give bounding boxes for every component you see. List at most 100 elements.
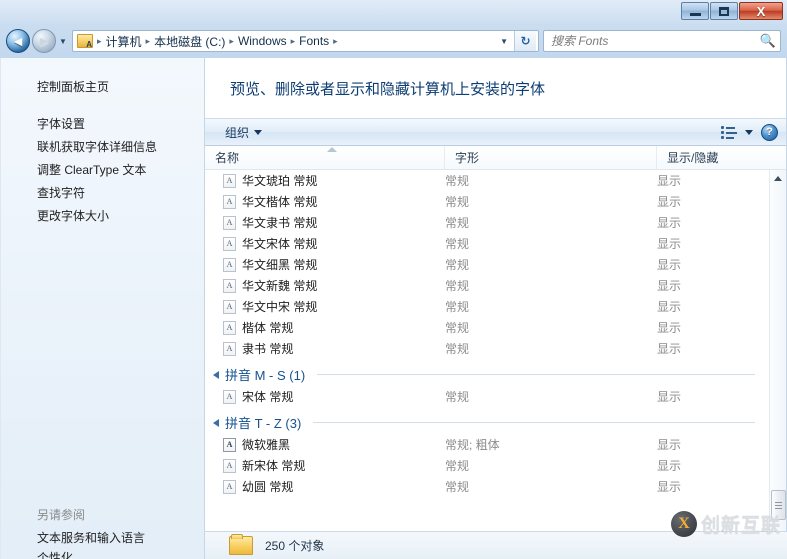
chevron-down-icon: ▼ — [500, 36, 508, 46]
sidebar-item-text-services-input-languages[interactable]: 文本服务和输入语言 — [1, 527, 204, 550]
vertical-scrollbar[interactable] — [769, 170, 786, 542]
folder-icon — [229, 534, 253, 555]
view-options-icon[interactable] — [721, 125, 737, 139]
back-button[interactable]: ◄ — [6, 29, 30, 53]
row-name-cell: 华文宋体 常规 — [205, 235, 445, 252]
status-bar: 250 个对象 — [205, 531, 787, 559]
address-dropdown-button[interactable]: ▼ — [494, 37, 514, 46]
breadcrumb-item-computer[interactable]: 计算机 — [103, 32, 145, 51]
row-style-cell: 常规 — [445, 300, 470, 314]
sidebar-item-control-panel-home[interactable]: 控制面板主页 — [1, 76, 204, 99]
table-row[interactable]: 微软雅黑 常规; 粗体 显示 — [205, 434, 769, 455]
table-row[interactable]: 华文新魏 常规 常规 显示 — [205, 275, 769, 296]
address-bar[interactable]: ▸ 计算机 ▸ 本地磁盘 (C:) ▸ Windows ▸ Fonts ▸ ▼ … — [72, 30, 539, 52]
table-row[interactable]: 华文中宋 常规 常规 显示 — [205, 296, 769, 317]
breadcrumb: ▸ 计算机 ▸ 本地磁盘 (C:) ▸ Windows ▸ Fonts ▸ — [75, 32, 494, 51]
table-row[interactable]: 华文隶书 常规 常规 显示 — [205, 212, 769, 233]
recent-pages-dropdown[interactable]: ▼ — [56, 37, 70, 46]
sidebar-item-adjust-cleartype[interactable]: 调整 ClearType 文本 — [1, 159, 204, 182]
forward-arrow-icon: ► — [37, 33, 51, 49]
row-show-cell: 显示 — [657, 237, 682, 251]
row-name-label: 华文琥珀 常规 — [242, 174, 318, 188]
chevron-down-icon: ▼ — [59, 36, 67, 46]
table-row[interactable]: 华文宋体 常规 常规 显示 — [205, 233, 769, 254]
column-header-style[interactable]: 字形 — [445, 146, 657, 169]
row-name-label: 华文隶书 常规 — [242, 216, 318, 230]
row-style-cell: 常规 — [445, 279, 470, 293]
page-title: 预览、删除或者显示和隐藏计算机上安装的字体 — [230, 80, 546, 98]
close-icon: X — [756, 3, 766, 19]
sidebar-item-get-font-details-online[interactable]: 联机获取字体详细信息 — [1, 136, 204, 159]
table-row[interactable]: 新宋体 常规 常规 显示 — [205, 455, 769, 476]
breadcrumb-item-fonts[interactable]: Fonts — [296, 33, 332, 49]
scroll-up-button[interactable] — [770, 170, 786, 187]
explorer-window: X ◄ ► ▼ ▸ 计算机 ▸ 本地磁盘 (C:) ▸ Windows ▸ Fo… — [0, 0, 787, 559]
row-name-cell: 宋体 常规 — [205, 388, 445, 405]
sidebar-item-personalization[interactable]: 个性化 — [1, 550, 204, 559]
breadcrumb-item-windows[interactable]: Windows — [235, 33, 290, 49]
row-show-cell: 显示 — [657, 279, 682, 293]
row-name-label: 华文新魏 常规 — [242, 279, 318, 293]
row-name-label: 华文楷体 常规 — [242, 195, 318, 209]
row-show-cell: 显示 — [657, 216, 682, 230]
column-header-name-label: 名称 — [215, 151, 240, 165]
view-options-chevron-down-icon[interactable] — [745, 129, 753, 135]
table-row[interactable]: 幼圆 常规 常规 显示 — [205, 476, 769, 497]
refresh-button[interactable]: ↻ — [514, 31, 536, 51]
table-row[interactable]: 华文楷体 常规 常规 显示 — [205, 191, 769, 212]
organize-label: 组织 — [225, 125, 250, 140]
table-row[interactable]: 华文琥珀 常规 常规 显示 — [205, 170, 769, 191]
navigation-bar: ◄ ► ▼ ▸ 计算机 ▸ 本地磁盘 (C:) ▸ Windows ▸ Font… — [0, 24, 787, 58]
collapse-arrow-icon[interactable] — [213, 418, 219, 427]
group-header-pinyin-m-s[interactable]: 拼音 M - S (1) — [205, 359, 769, 386]
organize-button[interactable]: 组织 — [219, 122, 268, 143]
title-bar: X — [0, 0, 787, 24]
table-row[interactable]: 隶书 常规 常规 显示 — [205, 338, 769, 359]
minimize-button[interactable] — [681, 2, 709, 20]
row-show-cell: 显示 — [657, 438, 682, 452]
font-file-icon-bold — [223, 437, 236, 452]
group-header-label: 拼音 M - S (1) — [225, 368, 306, 383]
maximize-icon — [719, 6, 729, 16]
minimize-icon — [689, 12, 701, 16]
collapse-arrow-icon[interactable] — [213, 370, 219, 379]
breadcrumb-item-local-disk[interactable]: 本地磁盘 (C:) — [151, 32, 228, 51]
table-row[interactable]: 华文细黑 常规 常规 显示 — [205, 254, 769, 275]
toolbar-right-group: ? — [721, 123, 778, 141]
sidebar-item-change-font-size[interactable]: 更改字体大小 — [1, 205, 204, 228]
help-button[interactable]: ? — [761, 123, 778, 141]
column-header-name[interactable]: 名称 — [205, 146, 445, 169]
search-input[interactable] — [551, 34, 756, 48]
search-box[interactable]: 🔍 — [543, 30, 781, 52]
font-file-icon — [223, 194, 236, 209]
row-style-cell: 常规 — [445, 174, 470, 188]
row-name-cell: 新宋体 常规 — [205, 457, 445, 474]
maximize-button[interactable] — [710, 2, 738, 20]
triangle-up-icon — [774, 176, 782, 181]
table-row[interactable]: 楷体 常规 常规 显示 — [205, 317, 769, 338]
row-name-cell: 隶书 常规 — [205, 340, 445, 357]
font-file-icon — [223, 341, 236, 356]
row-show-cell: 显示 — [657, 480, 682, 494]
close-button[interactable]: X — [739, 2, 783, 20]
column-header-show-hide[interactable]: 显示/隐藏 — [657, 146, 786, 169]
chevron-down-icon — [254, 129, 263, 135]
row-name-label: 华文宋体 常规 — [242, 237, 318, 251]
font-file-icon — [223, 215, 236, 230]
group-header-pinyin-t-z[interactable]: 拼音 T - Z (3) — [205, 407, 769, 434]
fonts-folder-icon — [77, 34, 93, 49]
row-name-cell: 华文中宋 常规 — [205, 298, 445, 315]
row-show-cell: 显示 — [657, 300, 682, 314]
file-list-container: 华文琥珀 常规 常规 显示 华文楷体 常规 常规 显示 — [205, 170, 786, 542]
row-show-cell: 显示 — [657, 174, 682, 188]
page-title-bar: 预览、删除或者显示和隐藏计算机上安装的字体 — [205, 58, 786, 118]
vertical-scrollbar-thumb[interactable] — [771, 490, 786, 520]
sidebar-item-find-character[interactable]: 查找字符 — [1, 182, 204, 205]
sidebar-item-font-settings[interactable]: 字体设置 — [1, 113, 204, 136]
table-row[interactable]: 宋体 常规 常规 显示 — [205, 386, 769, 407]
search-icon[interactable]: 🔍 — [756, 33, 776, 49]
row-name-label: 楷体 常规 — [242, 321, 294, 335]
forward-button[interactable]: ► — [32, 29, 56, 53]
row-style-cell: 常规 — [445, 237, 470, 251]
see-also-heading: 另请参阅 — [37, 508, 86, 522]
